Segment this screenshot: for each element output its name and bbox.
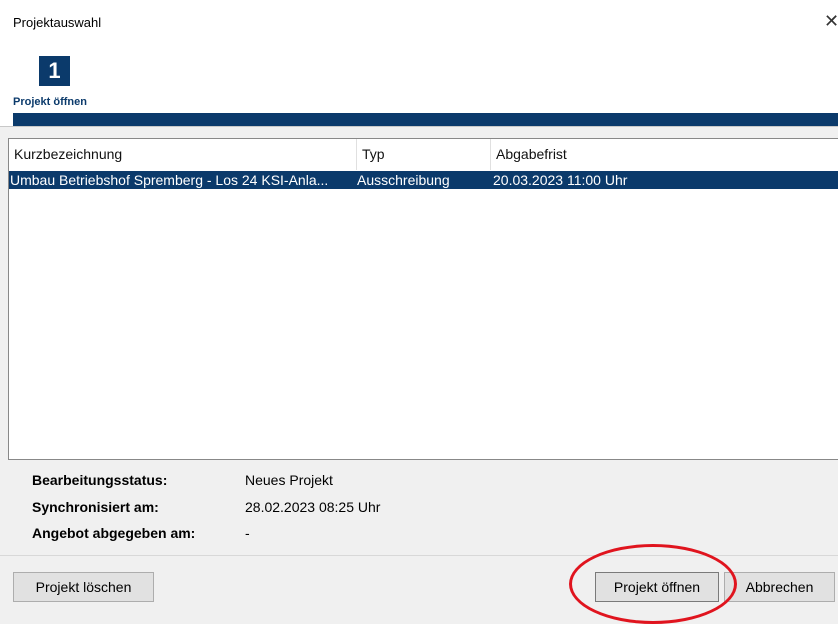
- column-header-abgabefrist[interactable]: Abgabefrist: [491, 139, 838, 170]
- column-header-typ[interactable]: Typ: [357, 139, 491, 170]
- close-icon[interactable]: ✕: [824, 10, 838, 32]
- bearbeitungsstatus-label: Bearbeitungsstatus:: [32, 472, 168, 488]
- cell-kurzbezeichnung: Umbau Betriebshof Spremberg - Los 24 KSI…: [10, 172, 329, 188]
- header-divider: [0, 126, 838, 127]
- cell-abgabefrist: 20.03.2023 11:00 Uhr: [493, 172, 628, 188]
- status-panel: Bearbeitungsstatus: Neues Projekt Synchr…: [0, 464, 838, 554]
- angebot-label: Angebot abgegeben am:: [32, 525, 196, 541]
- column-header-kurzbezeichnung[interactable]: Kurzbezeichnung: [9, 139, 357, 170]
- step-number-badge: 1: [39, 56, 70, 86]
- window-title: Projektauswahl: [13, 15, 102, 30]
- angebot-value: -: [245, 525, 250, 541]
- cell-typ: Ausschreibung: [357, 172, 450, 188]
- project-list[interactable]: Kurzbezeichnung Typ Abgabefrist Umbau Be…: [8, 138, 838, 460]
- synchronisiert-value: 28.02.2023 08:25 Uhr: [245, 499, 381, 515]
- footer-divider: [0, 555, 838, 556]
- open-project-button[interactable]: Projekt öffnen: [595, 572, 719, 602]
- cancel-button[interactable]: Abbrechen: [724, 572, 835, 602]
- title-bar: Projektauswahl ✕ 1: [0, 0, 838, 88]
- bearbeitungsstatus-value: Neues Projekt: [245, 472, 333, 488]
- table-row[interactable]: Umbau Betriebshof Spremberg - Los 24 KSI…: [9, 171, 838, 189]
- wizard-progress-bar: [13, 113, 838, 126]
- delete-project-button[interactable]: Projekt löschen: [13, 572, 154, 602]
- step-label: Projekt öffnen: [13, 96, 87, 108]
- synchronisiert-label: Synchronisiert am:: [32, 499, 159, 515]
